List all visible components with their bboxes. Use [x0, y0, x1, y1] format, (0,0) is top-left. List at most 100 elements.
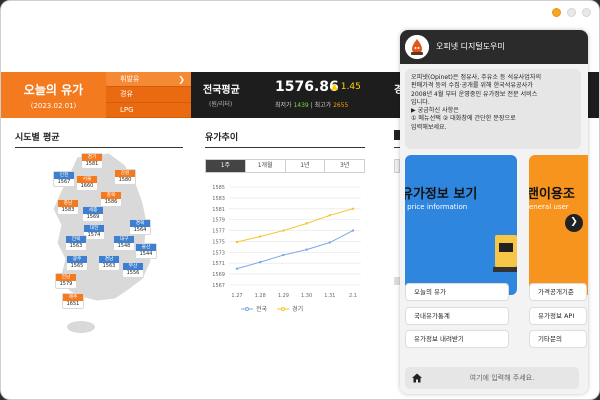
region-value: 1581 — [85, 161, 99, 167]
today-price-title: 오늘의 유가 — [23, 83, 84, 97]
range-tab-3year[interactable]: 3년 — [325, 160, 364, 172]
region-value: 1565 — [70, 263, 84, 269]
region-badge[interactable]: 경남 1563 — [98, 255, 120, 271]
region-badge[interactable]: 전북 1563 — [65, 235, 87, 251]
region-badge[interactable]: 제주 1651 — [62, 293, 84, 309]
window-dot-2[interactable] — [567, 8, 576, 17]
region-name: 제주 — [63, 294, 83, 301]
data-point — [282, 229, 285, 232]
data-point — [305, 248, 308, 251]
region-badge[interactable]: 광주 1565 — [66, 255, 88, 271]
card-price-info[interactable]: 유가정보 보기 l price information — [405, 155, 517, 295]
data-point — [351, 207, 355, 210]
region-name: 대구 — [114, 236, 134, 243]
region-name: 경북 — [130, 220, 150, 227]
region-badge[interactable]: 울산 1544 — [135, 243, 157, 259]
x-tick-label: 2.1 — [349, 293, 357, 299]
fuel-tab-lpg[interactable]: LPG — [106, 102, 191, 118]
price-unit: (원/리터) — [209, 101, 233, 108]
browser-window: 오늘의 유가 (2023.02.01) 휘발유 ❯ 경유 LPG 전국평균 (원/… — [0, 0, 600, 400]
region-badge[interactable]: 대구 1548 — [113, 235, 135, 251]
fuel-tab-label: LPG — [120, 105, 134, 114]
region-badge[interactable]: 부산 1556 — [122, 262, 144, 278]
today-price-box: 오늘의 유가 (2023.02.01) — [1, 72, 106, 118]
region-value: 1651 — [66, 301, 80, 307]
regional-title-divider — [15, 147, 183, 148]
quick-btn-other-inquiry[interactable]: 기타문의 — [529, 330, 587, 348]
data-point — [328, 241, 331, 244]
chatbot-welcome-message: 오피넷(Opinet)은 정유사, 주유소 등 석유사업자의 판매가격 등의 수… — [405, 69, 581, 149]
legend-label-gyeonggi: 경기 — [292, 306, 304, 313]
y-tick-label: 1579 — [212, 218, 225, 224]
data-point — [282, 253, 285, 257]
region-value: 1660 — [80, 183, 94, 189]
card-general-user-title: 랜이용조 — [529, 187, 575, 202]
region-value: 1579 — [59, 281, 73, 287]
fuel-tab-label: 휘발유 — [120, 75, 140, 83]
chat-input-bar[interactable]: 여기에 입력해 주세요. — [405, 367, 579, 389]
region-badge[interactable]: 세종 1569 — [82, 206, 104, 222]
chat-input-placeholder[interactable]: 여기에 입력해 주세요. — [405, 373, 579, 383]
region-badge[interactable]: 강원 1580 — [114, 169, 136, 185]
data-point — [259, 235, 262, 238]
region-name: 전북 — [66, 236, 86, 243]
region-value: 1567 — [57, 179, 71, 185]
window-controls — [552, 8, 591, 17]
region-name: 충북 — [101, 192, 121, 199]
range-tab-1year[interactable]: 1년 — [285, 160, 326, 172]
region-badge[interactable]: 서울 1660 — [76, 175, 98, 191]
region-value: 1569 — [86, 214, 100, 220]
data-point — [259, 260, 262, 264]
region-name: 경기 — [82, 154, 102, 161]
fuel-tab-gasoline[interactable]: 휘발유 ❯ — [106, 72, 191, 88]
fuel-tab-label: 경유 — [120, 90, 133, 99]
region-name: 부산 — [123, 263, 143, 270]
y-tick-label: 1577 — [212, 229, 225, 235]
data-point — [351, 229, 355, 232]
window-dot-1[interactable] — [552, 8, 561, 17]
region-name: 전남 — [56, 274, 76, 281]
region-badge[interactable]: 충남 1583 — [57, 199, 79, 215]
region-value: 1563 — [102, 263, 116, 269]
quick-btn-download[interactable]: 유가정보 내려받기 — [405, 330, 509, 348]
region-name: 경남 — [99, 256, 119, 263]
y-tick-label: 1575 — [212, 239, 225, 245]
region-name: 세종 — [83, 207, 103, 214]
fuel-pump-icon — [493, 235, 517, 272]
y-tick-label: 1571 — [212, 261, 225, 267]
window-dot-3[interactable] — [582, 8, 591, 17]
legend-item-gyeonggi[interactable]: 경기 — [277, 304, 303, 313]
quick-btn-domestic-stats[interactable]: 국내유가통계 — [405, 307, 509, 325]
region-value: 1548 — [117, 243, 131, 249]
y-tick-label: 1573 — [212, 250, 225, 256]
region-badge[interactable]: 인천 1567 — [53, 171, 75, 187]
card-price-info-subtitle: l price information — [405, 203, 468, 211]
region-badge[interactable]: 경북 1564 — [129, 219, 151, 235]
region-badge[interactable]: 전남 1579 — [55, 273, 77, 289]
national-average: 전국평균 (원/리터) 1576.86 ▲ 1.45 최저가 1439 | 최고… — [193, 72, 393, 118]
data-point — [235, 267, 239, 270]
range-tab-1week[interactable]: 1주 — [206, 160, 246, 172]
region-badge[interactable]: 충북 1586 — [100, 191, 122, 207]
range-tab-1month[interactable]: 1개월 — [245, 160, 286, 172]
y-tick-label: 1567 — [212, 283, 225, 289]
chatbot-panel: 오피넷 디지털도우미 오피넷(Opinet)은 정유사, 주유소 등 석유사업자… — [400, 30, 588, 394]
region-name: 대전 — [84, 225, 104, 232]
oil-drop-mascot-icon — [405, 35, 429, 59]
quick-btn-today-price[interactable]: 오늘의 유가 — [405, 283, 509, 301]
price-change: ▲ 1.45 — [331, 82, 361, 92]
chatbot-avatar — [405, 35, 429, 59]
fuel-tab-diesel[interactable]: 경유 — [106, 87, 191, 103]
chatbot-title: 오피넷 디지털도우미 — [436, 42, 505, 51]
quick-btn-price-criteria[interactable]: 가격공개기준 — [529, 283, 587, 301]
x-tick-label: 1.29 — [278, 293, 289, 299]
data-point — [328, 214, 331, 217]
quick-btn-price-api[interactable]: 유가정보 API — [529, 307, 587, 325]
trend-title-divider — [205, 147, 365, 148]
region-value: 1564 — [133, 227, 147, 233]
region-name: 강원 — [115, 170, 135, 177]
region-badge[interactable]: 경기 1581 — [81, 153, 103, 169]
region-name: 울산 — [136, 244, 156, 251]
carousel-next-icon[interactable]: ❯ — [565, 214, 583, 232]
legend-item-national[interactable]: 전국 — [241, 304, 267, 313]
